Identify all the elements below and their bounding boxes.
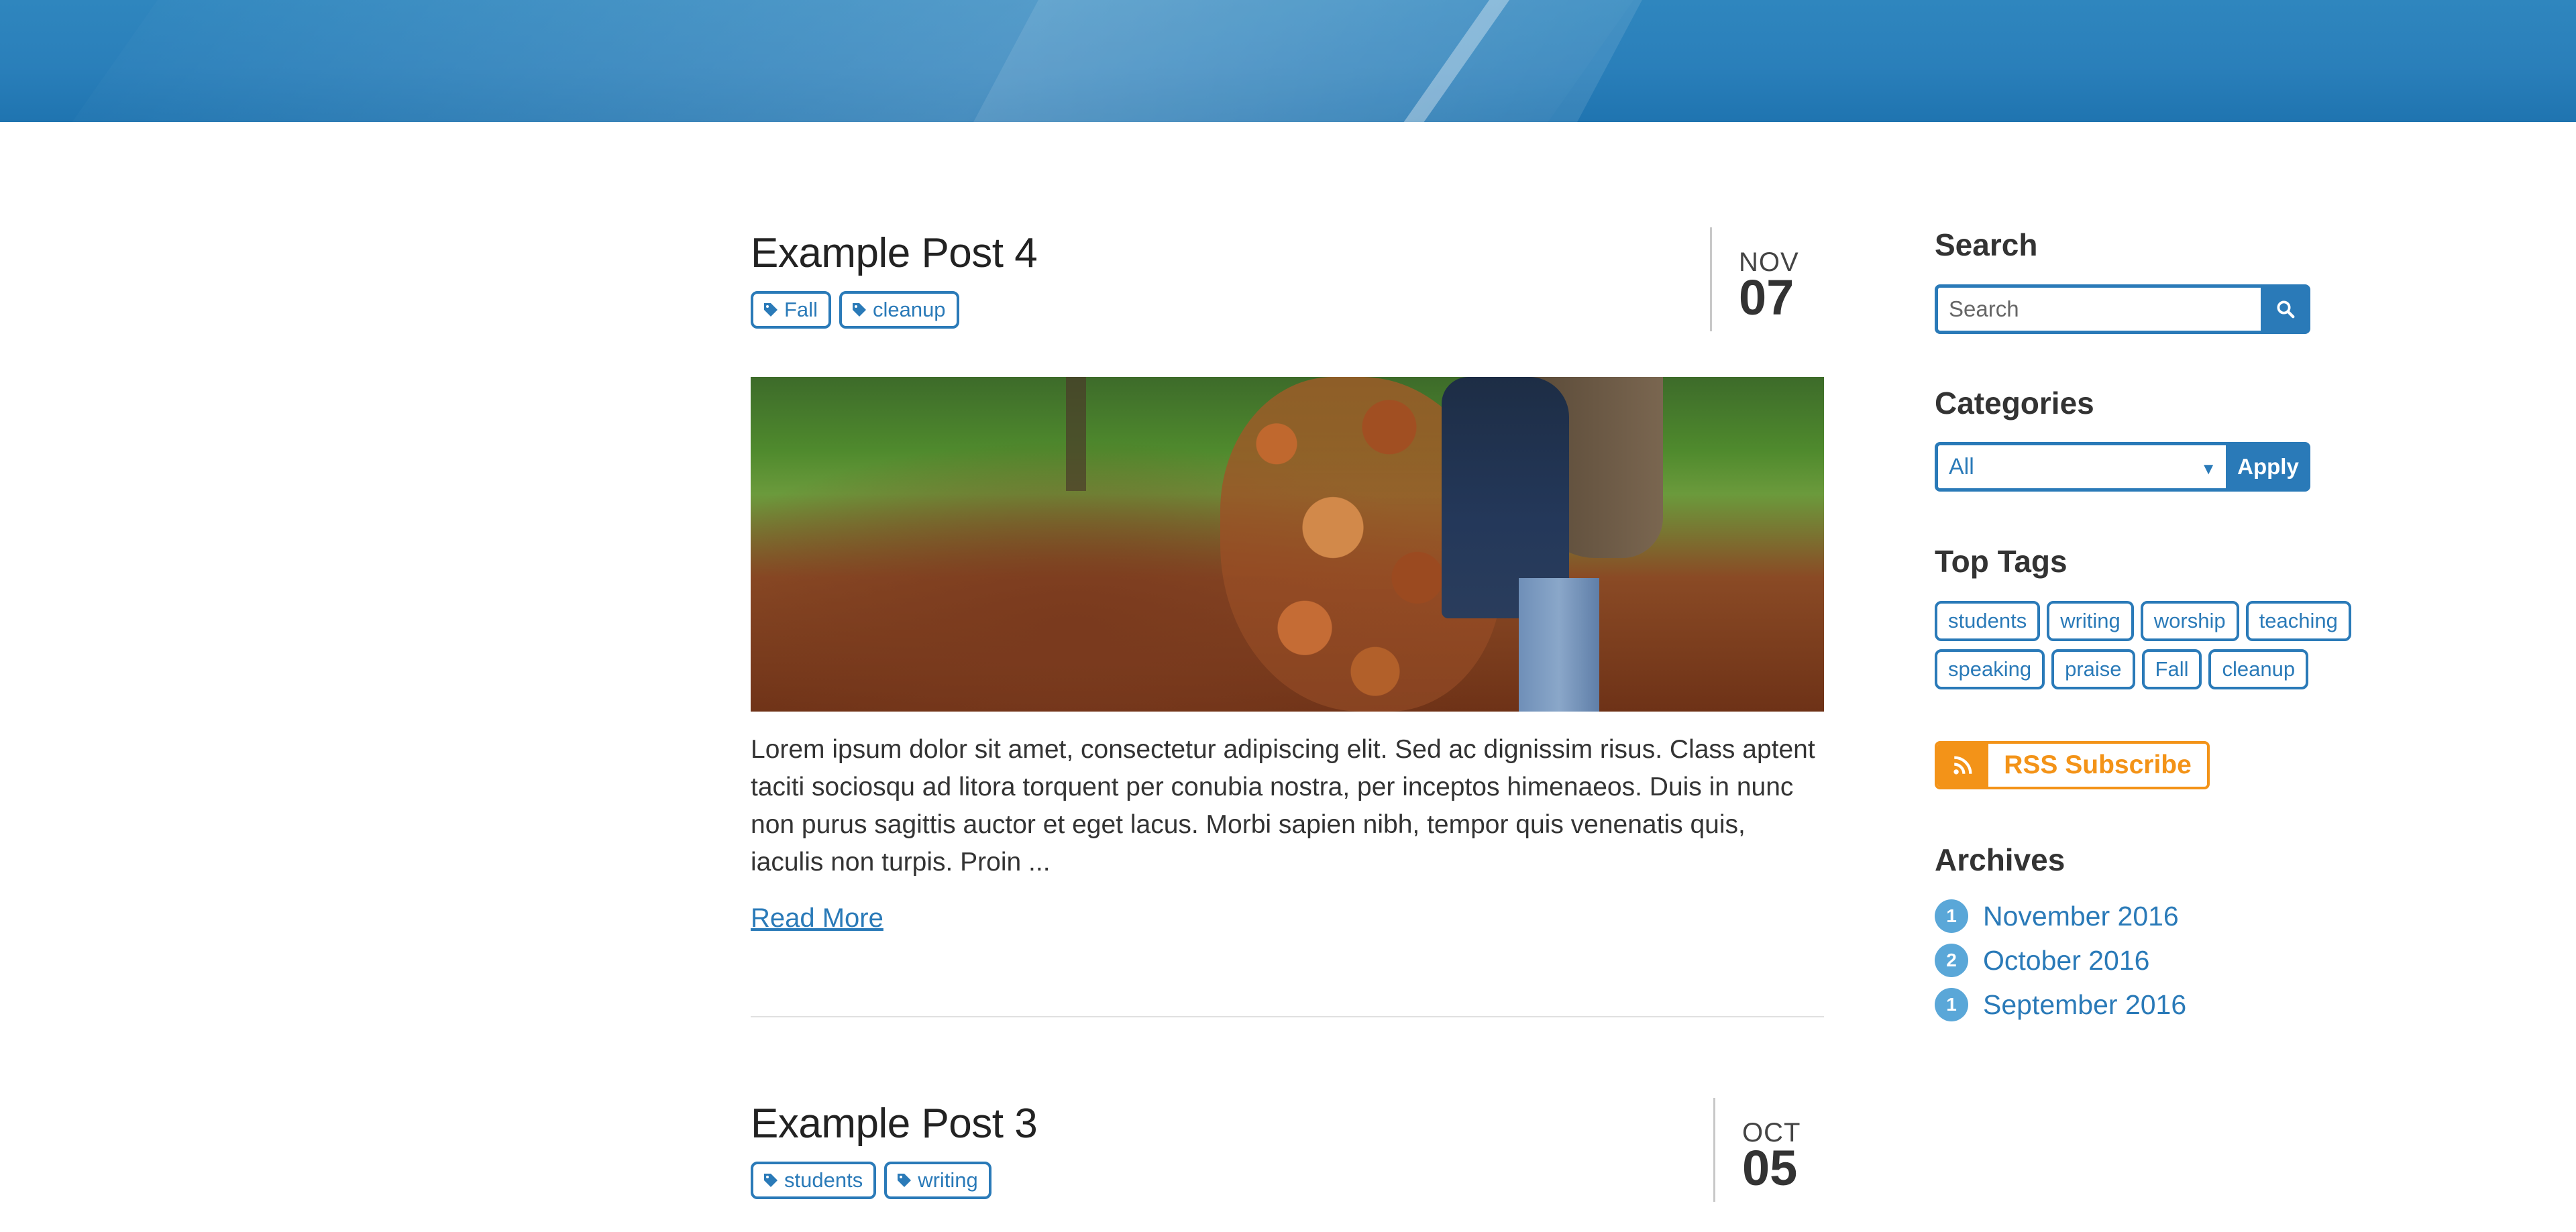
search-widget-title: Search: [1935, 227, 2038, 262]
top-tag[interactable]: speaking: [1935, 649, 2045, 689]
rss-glyph: [1953, 756, 1972, 775]
dropdown-arrow-icon: ▼: [2200, 460, 2216, 478]
archives-list: 1 November 2016 2 October 2016 1 Septemb…: [1935, 894, 2404, 1027]
post-date-day: 05: [1742, 1140, 1798, 1196]
post-title[interactable]: Example Post 3: [751, 1100, 1038, 1147]
categories-widget-title: Categories: [1935, 386, 2094, 421]
post-tag[interactable]: cleanup: [839, 291, 959, 329]
category-select[interactable]: All ▼: [1935, 442, 2226, 492]
archive-link[interactable]: November 2016: [1983, 901, 2179, 932]
archive-item[interactable]: 1 November 2016: [1935, 894, 2404, 938]
top-tag[interactable]: Fall: [2141, 649, 2202, 689]
archive-count-badge: 1: [1935, 988, 1968, 1021]
top-tag[interactable]: students: [1935, 601, 2041, 641]
post-title[interactable]: Example Post 4: [751, 229, 1038, 277]
post-tag[interactable]: Fall: [751, 291, 831, 329]
image-detail: [1066, 377, 1086, 491]
archive-count-badge: 1: [1935, 899, 1968, 933]
top-tags-list: students writing worship teaching speaki…: [1935, 601, 2418, 689]
top-tag[interactable]: cleanup: [2208, 649, 2309, 689]
search-form: [1935, 284, 2310, 334]
search-input[interactable]: [1935, 284, 2261, 334]
hero-banner: [0, 0, 2576, 122]
post-tag[interactable]: writing: [884, 1162, 991, 1199]
archive-link[interactable]: October 2016: [1983, 945, 2149, 976]
archive-item[interactable]: 1 September 2016: [1935, 983, 2404, 1027]
post-tag-label: Fall: [784, 298, 818, 321]
tag-icon: [898, 1174, 912, 1187]
post-tags: Fall cleanup: [751, 291, 959, 329]
top-tags-widget-title: Top Tags: [1935, 544, 2068, 579]
post-excerpt: Lorem ipsum dolor sit amet, consectetur …: [751, 735, 1815, 877]
archive-item[interactable]: 2 October 2016: [1935, 938, 2404, 983]
categories-form: All ▼ Apply: [1935, 442, 2310, 492]
read-more-link[interactable]: Read More: [751, 903, 883, 934]
post-date-day: 07: [1739, 270, 1794, 325]
archive-count-badge: 2: [1935, 944, 1968, 977]
search-icon: [2277, 300, 2295, 319]
rss-subscribe-button[interactable]: RSS Subscribe: [1935, 741, 2210, 789]
search-button[interactable]: [2261, 284, 2310, 334]
archives-widget-title: Archives: [1935, 842, 2065, 877]
top-tag[interactable]: worship: [2140, 601, 2239, 641]
post-tag-label: writing: [918, 1168, 978, 1192]
post-card: Example Post 4 Fall cleanup NOV 07 Lorem…: [751, 227, 1824, 1034]
top-tag[interactable]: writing: [2047, 601, 2134, 641]
post-card: Example Post 3 students writing OCT 05: [751, 1098, 1824, 1232]
top-tag[interactable]: praise: [2051, 649, 2135, 689]
tag-icon: [764, 1174, 777, 1187]
apply-button[interactable]: Apply: [2226, 442, 2310, 492]
hero-decoration: [959, 0, 1657, 122]
tag-icon: [852, 303, 866, 317]
post-tag-label: cleanup: [872, 298, 946, 321]
top-tag[interactable]: teaching: [2245, 601, 2351, 641]
post-featured-image[interactable]: [751, 377, 1824, 712]
rss-subscribe-label: RSS Subscribe: [2004, 750, 2192, 779]
tag-icon: [764, 303, 777, 317]
archive-link[interactable]: September 2016: [1983, 989, 2186, 1021]
rss-icon: [1937, 744, 1988, 787]
post-date: OCT 05: [1713, 1098, 1823, 1202]
category-select-value: All: [1949, 453, 1974, 480]
post-tags: students writing: [751, 1162, 991, 1199]
post-divider: [751, 1016, 1824, 1017]
post-tag[interactable]: students: [751, 1162, 877, 1199]
image-detail: [1519, 578, 1599, 712]
post-tag-label: students: [784, 1168, 863, 1192]
post-date: NOV 07: [1710, 227, 1819, 331]
